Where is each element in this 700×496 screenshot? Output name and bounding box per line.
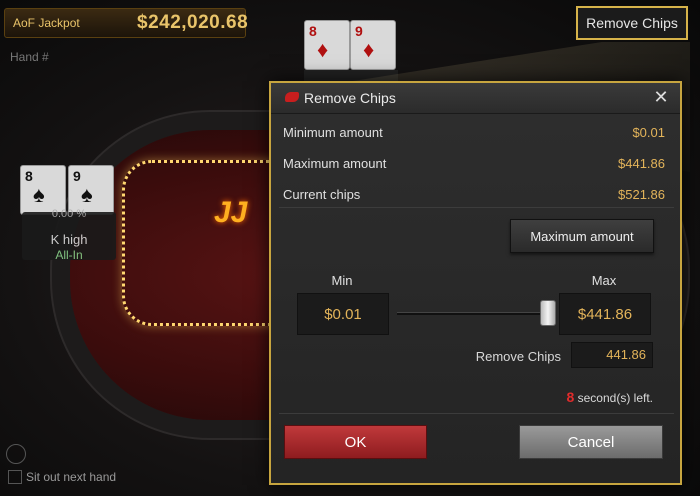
info-value: $441.86 <box>618 156 665 171</box>
remove-chips-dialog: Remove Chips ✕ Minimum amount $0.01 Maxi… <box>269 81 682 485</box>
dialog-title: Remove Chips <box>304 90 396 106</box>
divider <box>279 413 674 414</box>
spade-suit-icon: ♠ <box>81 182 93 207</box>
countdown-seconds: 8 <box>566 389 575 405</box>
spade-suit-icon: ♠ <box>33 182 45 207</box>
remove-chips-button[interactable]: Remove Chips <box>576 6 688 40</box>
seat-status: All-In <box>55 248 83 262</box>
min-value-box: $0.01 <box>297 293 389 335</box>
seat-equity: 0.00 % <box>51 208 87 220</box>
hand-number-label: Hand # <box>10 50 49 64</box>
brand-logo-icon <box>285 92 299 102</box>
countdown-text: second(s) left. <box>577 391 653 405</box>
remove-chips-label: Remove Chips <box>475 349 561 364</box>
seat-hand-strength: K high <box>50 232 88 247</box>
diamond-suit-icon: ♦ <box>317 37 329 62</box>
cancel-button[interactable]: Cancel <box>519 425 663 459</box>
card-rank: 8 <box>25 168 33 184</box>
remove-chips-input[interactable]: 441.86 <box>571 342 653 368</box>
info-value: $521.86 <box>618 187 665 202</box>
min-label: Min <box>331 273 353 288</box>
seat-info: 0.00 % K high All-In <box>22 208 116 262</box>
card-rank: 9 <box>73 168 81 184</box>
jackpot-label: AoF Jackpot <box>13 16 80 30</box>
slider-thumb[interactable] <box>540 300 556 326</box>
maximum-amount-row: Maximum amount $441.86 <box>283 156 665 176</box>
max-value-box: $441.86 <box>559 293 651 335</box>
max-label: Max <box>591 273 617 288</box>
sit-out-label: Sit out next hand <box>26 470 117 484</box>
ok-button[interactable]: OK <box>284 425 427 459</box>
card-rank: 9 <box>355 23 363 39</box>
checkbox-icon[interactable] <box>8 470 22 484</box>
sit-out-checkbox[interactable]: Sit out next hand <box>8 468 138 488</box>
jackpot-bar: AoF Jackpot $242,020.68 <box>4 8 249 38</box>
info-label: Current chips <box>283 187 361 202</box>
amount-slider[interactable] <box>397 312 547 315</box>
dialog-header: Remove Chips ✕ <box>271 83 680 114</box>
settings-round-button[interactable] <box>6 444 26 464</box>
divider <box>279 207 674 208</box>
info-value: $0.01 <box>632 125 665 140</box>
info-label: Minimum amount <box>283 125 383 140</box>
playing-card: 8 ♦ <box>304 20 350 70</box>
maximum-amount-button[interactable]: Maximum amount <box>510 219 654 253</box>
playing-card: 9 ♦ <box>350 20 396 70</box>
card-rank: 8 <box>309 23 317 39</box>
countdown: 8 second(s) left. <box>511 389 653 405</box>
table-logo: JJ <box>214 196 248 229</box>
jackpot-amount: $242,020.68 <box>137 12 249 33</box>
minimum-amount-row: Minimum amount $0.01 <box>283 125 665 145</box>
current-chips-row: Current chips $521.86 <box>283 187 665 207</box>
close-icon[interactable]: ✕ <box>651 87 671 107</box>
diamond-suit-icon: ♦ <box>363 37 375 62</box>
info-label: Maximum amount <box>283 156 387 171</box>
